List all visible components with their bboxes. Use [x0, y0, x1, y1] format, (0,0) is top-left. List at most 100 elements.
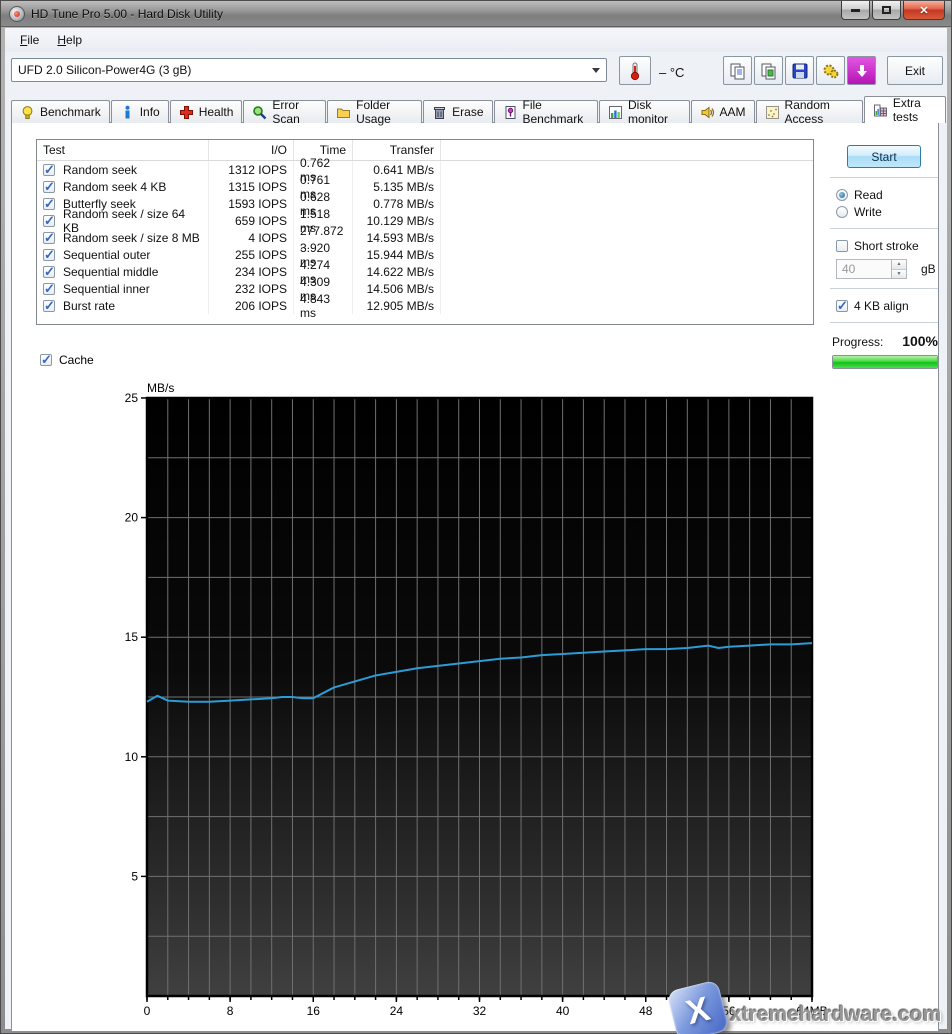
write-option[interactable]: Write [836, 205, 940, 219]
tab-error-scan[interactable]: Error Scan [243, 100, 326, 123]
test-name-cell: Sequential outer [37, 246, 209, 263]
tab-benchmark[interactable]: Benchmark [11, 100, 110, 123]
maximize-icon [882, 6, 891, 14]
stepper-up-icon[interactable]: ▲ [892, 260, 906, 269]
table-row[interactable]: Random seek / size 64 KB659 IOPS1.518 ms… [37, 212, 813, 229]
read-radio[interactable] [836, 189, 848, 201]
tab-health[interactable]: Health [170, 100, 243, 123]
transfer-cell: 10.129 MB/s [353, 212, 441, 229]
test-checkbox[interactable] [43, 249, 55, 261]
file-icon [503, 105, 518, 120]
temperature-readout: – °C [659, 65, 684, 80]
y-axis-unit-label: MB/s [147, 381, 174, 395]
tab-info[interactable]: Info [111, 100, 169, 123]
test-name: Random seek / size 8 MB [63, 231, 200, 245]
header-test[interactable]: Test [37, 140, 209, 160]
tab-file-benchmark[interactable]: File Benchmark [494, 100, 599, 123]
filler-cell [441, 263, 813, 280]
table-row[interactable]: Random seek / size 8 MB4 IOPS277.872 ...… [37, 229, 813, 246]
extra-tests-icon [873, 103, 888, 118]
minimize-button[interactable] [841, 1, 870, 20]
exit-button[interactable]: Exit [887, 56, 943, 85]
table-row[interactable]: Sequential outer255 IOPS3.920 ms15.944 M… [37, 246, 813, 263]
tab-folder-usage[interactable]: Folder Usage [327, 100, 422, 123]
test-name: Random seek [63, 163, 137, 177]
test-controls: Start Read Write Short stroke 40 [828, 131, 940, 369]
test-name: Sequential outer [63, 248, 150, 262]
table-row[interactable]: Burst rate206 IOPS4.843 ms12.905 MB/s [37, 297, 813, 314]
separator [830, 322, 938, 324]
test-checkbox[interactable] [43, 164, 55, 176]
results-table: Test I/O Time Transfer Random seek1312 I… [36, 139, 814, 325]
stepper-down-icon[interactable]: ▼ [892, 269, 906, 279]
save-button[interactable] [785, 56, 814, 85]
test-checkbox[interactable] [43, 232, 55, 244]
table-row[interactable]: Random seek1312 IOPS0.762 ms0.641 MB/s [37, 161, 813, 178]
app-window: HD Tune Pro 5.00 - Hard Disk Utility ✕ F… [0, 0, 952, 1034]
x-axis-label: 48 [639, 1004, 653, 1018]
header-transfer[interactable]: Transfer [353, 140, 441, 160]
progress-bar [832, 355, 938, 369]
size-unit-label: gB [921, 262, 936, 276]
menu-file[interactable]: File [11, 30, 48, 50]
copy-image-button[interactable] [754, 56, 783, 85]
tab-extra-tests[interactable]: Extra tests [864, 96, 946, 123]
download-button[interactable] [847, 56, 876, 85]
tab-aam[interactable]: AAM [691, 100, 755, 123]
chevron-down-icon [592, 68, 600, 73]
y-axis-label: 25 [125, 391, 139, 405]
test-checkbox[interactable] [43, 215, 55, 227]
size-input[interactable]: 40 [836, 259, 892, 279]
test-name: Burst rate [63, 299, 115, 313]
test-checkbox[interactable] [43, 283, 55, 295]
table-row[interactable]: Sequential middle234 IOPS4.274 ms14.622 … [37, 263, 813, 280]
separator [830, 228, 938, 230]
temperature-button[interactable] [619, 56, 651, 85]
progress-value: 100% [902, 333, 938, 349]
tab-random-access[interactable]: Random Access [756, 100, 863, 123]
x-axis-label: 40 [556, 1004, 570, 1018]
menu-help[interactable]: Help [48, 30, 91, 50]
transfer-cell: 12.905 MB/s [353, 297, 441, 314]
align-option[interactable]: 4 KB align [836, 299, 940, 313]
test-checkbox[interactable] [43, 198, 55, 210]
tab-erase[interactable]: Erase [423, 100, 492, 123]
size-stepper[interactable]: ▲ ▼ [892, 259, 907, 279]
filler-cell [441, 246, 813, 263]
short-stroke-option[interactable]: Short stroke [836, 239, 940, 253]
cache-checkbox[interactable] [40, 354, 52, 366]
align-checkbox[interactable] [836, 300, 848, 312]
tab-strip: Benchmark Info Health Error Scan Folder … [11, 96, 947, 123]
app-icon [9, 6, 25, 22]
window-title: HD Tune Pro 5.00 - Hard Disk Utility [31, 7, 223, 21]
table-row[interactable]: Random seek 4 KB1315 IOPS0.761 ms5.135 M… [37, 178, 813, 195]
header-filler [441, 140, 813, 160]
combo-arrow-button[interactable] [588, 61, 604, 79]
read-option[interactable]: Read [836, 188, 940, 202]
scatter-icon [765, 105, 780, 120]
test-name-cell: Random seek 4 KB [37, 178, 209, 195]
io-cell: 234 IOPS [209, 263, 294, 280]
write-radio[interactable] [836, 206, 848, 218]
start-button[interactable]: Start [847, 145, 921, 168]
filler-cell [441, 229, 813, 246]
short-stroke-checkbox[interactable] [836, 240, 848, 252]
maximize-button[interactable] [872, 1, 901, 20]
transfer-cell: 15.944 MB/s [353, 246, 441, 263]
filler-cell [441, 280, 813, 297]
cache-option[interactable]: Cache [40, 353, 94, 367]
copy-text-button[interactable] [723, 56, 752, 85]
device-select[interactable]: UFD 2.0 Silicon-Power4G (3 gB) [11, 58, 607, 82]
close-button[interactable]: ✕ [903, 1, 945, 20]
test-checkbox[interactable] [43, 181, 55, 193]
y-axis-label: 15 [125, 630, 139, 644]
table-header: Test I/O Time Transfer [37, 140, 813, 161]
test-checkbox[interactable] [43, 300, 55, 312]
table-row[interactable]: Sequential inner232 IOPS4.309 ms14.506 M… [37, 280, 813, 297]
test-name-cell: Burst rate [37, 297, 209, 314]
tab-disk-monitor[interactable]: Disk monitor [599, 100, 690, 123]
test-checkbox[interactable] [43, 266, 55, 278]
header-io[interactable]: I/O [209, 140, 294, 160]
progress-row: Progress: 100% [832, 333, 940, 349]
options-button[interactable] [816, 56, 845, 85]
